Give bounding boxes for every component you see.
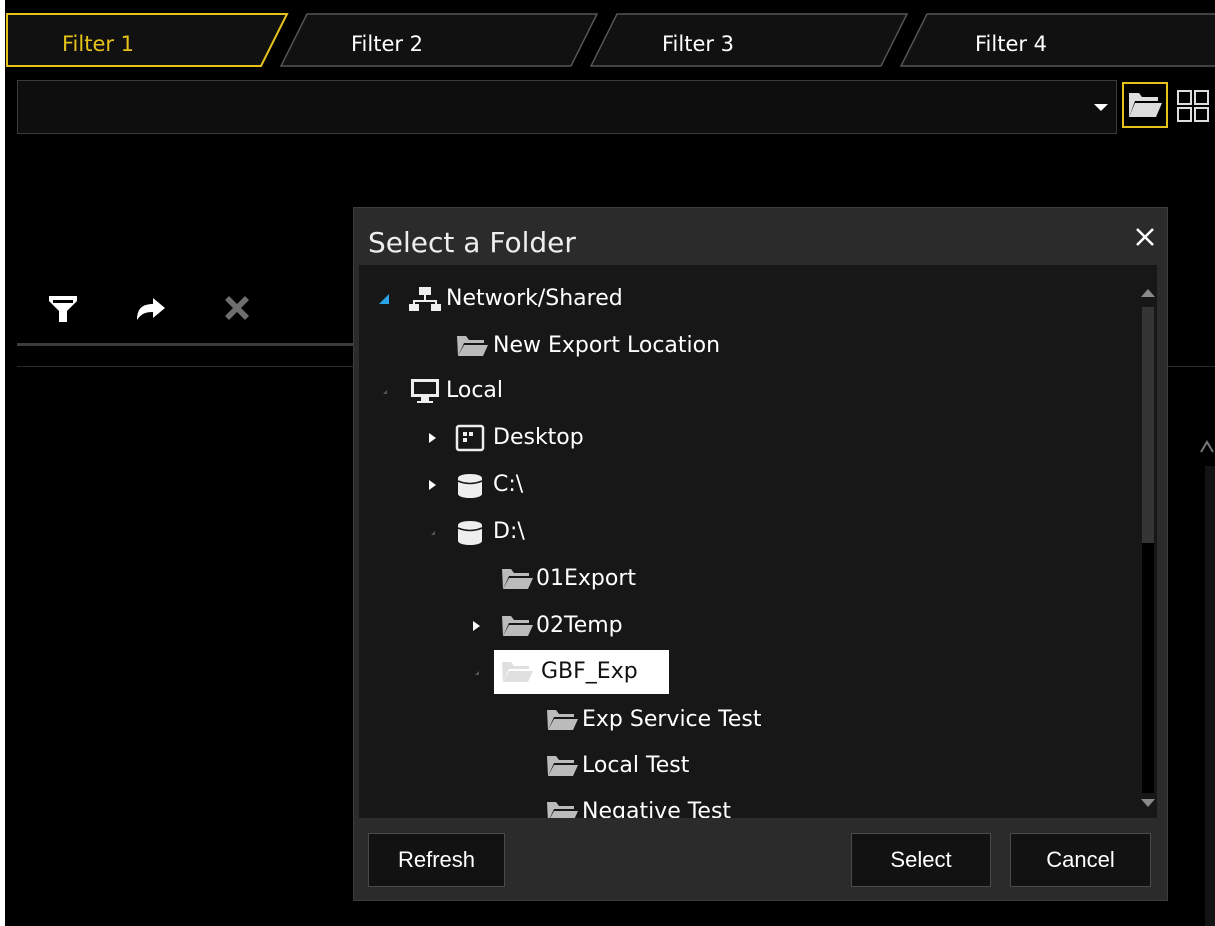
tab-filter-2[interactable]: Filter 2 bbox=[351, 32, 423, 56]
tab-filter-4-shape bbox=[899, 13, 1215, 67]
tab-filter-3[interactable]: Filter 3 bbox=[662, 32, 734, 56]
dialog-title: Select a Folder bbox=[368, 226, 576, 259]
tree-node-label: Network/Shared bbox=[446, 286, 623, 311]
tree-node-label: GBF_Exp bbox=[541, 659, 638, 684]
filter-tab-bar: Filter 1 Filter 2 Filter 3 Filter 4 bbox=[5, 0, 1215, 68]
drive-icon bbox=[457, 474, 483, 498]
tree-node-local[interactable]: Local bbox=[359, 371, 1059, 411]
background-panel-edge bbox=[1205, 466, 1215, 926]
grid-view-icon[interactable] bbox=[1175, 88, 1211, 124]
folder-icon bbox=[547, 802, 578, 818]
scroll-down-icon[interactable] bbox=[1139, 795, 1157, 813]
tree-node-gbf-exp[interactable]: GBF_Exp bbox=[359, 650, 1059, 694]
tree-node-label: 01Export bbox=[536, 566, 637, 591]
tree-node-label: New Export Location bbox=[493, 333, 721, 358]
tree-node-desktop[interactable]: Desktop bbox=[359, 418, 1059, 458]
tree-node-label: 02Temp bbox=[536, 613, 623, 638]
folder-view-button[interactable] bbox=[1122, 82, 1168, 128]
expanded-arrow-icon[interactable] bbox=[377, 384, 391, 398]
tab-filter-1-shape bbox=[6, 13, 289, 67]
tab-filter-3-shape bbox=[589, 13, 909, 67]
collapsed-arrow-icon[interactable] bbox=[425, 431, 439, 445]
tree-node-label: Desktop bbox=[493, 425, 584, 450]
expanded-arrow-icon[interactable] bbox=[425, 525, 439, 539]
tree-node-c-drive[interactable]: C:\ bbox=[359, 465, 1059, 505]
tree-node-label: Exp Service Test bbox=[582, 707, 762, 732]
folder-icon bbox=[502, 569, 533, 589]
collapsed-arrow-icon[interactable] bbox=[469, 619, 483, 633]
tab-filter-4[interactable]: Filter 4 bbox=[975, 32, 1047, 56]
scrollbar-track-lower[interactable] bbox=[1142, 543, 1154, 793]
tree-node-d-drive[interactable]: D:\ bbox=[359, 512, 1059, 552]
scrollbar-thumb[interactable] bbox=[1142, 307, 1154, 543]
tree-node-new-export-location[interactable]: New Export Location bbox=[359, 326, 1059, 366]
tree-node-01export[interactable]: 01Export bbox=[359, 559, 1059, 599]
tab-filter-2-shape bbox=[279, 13, 599, 67]
tree-node-label: C:\ bbox=[493, 472, 524, 497]
close-icon[interactable] bbox=[1130, 222, 1160, 252]
tree-node-negative-test[interactable]: Negative Test bbox=[359, 792, 1059, 818]
expanded-arrow-icon[interactable] bbox=[469, 665, 483, 679]
tree-node-label: D:\ bbox=[493, 519, 525, 544]
tree-node-exp-service-test[interactable]: Exp Service Test bbox=[359, 700, 1059, 740]
tree-node-label: Negative Test bbox=[582, 799, 732, 818]
select-button[interactable]: Select bbox=[851, 833, 991, 887]
filter-icon[interactable] bbox=[43, 288, 83, 328]
tree-node-label: Local Test bbox=[582, 753, 690, 778]
background-fragment-icon bbox=[1200, 440, 1214, 453]
folder-icon bbox=[547, 710, 578, 730]
clear-icon[interactable] bbox=[217, 288, 257, 328]
tree-node-02temp[interactable]: 02Temp bbox=[359, 606, 1059, 646]
network-icon bbox=[409, 287, 441, 311]
collapsed-arrow-icon[interactable] bbox=[425, 478, 439, 492]
folder-icon bbox=[547, 756, 578, 776]
path-input[interactable] bbox=[17, 80, 1117, 134]
tab-filter-1[interactable]: Filter 1 bbox=[62, 32, 134, 56]
select-folder-dialog: Select a Folder Network/Shared New Expor… bbox=[353, 207, 1168, 901]
folder-icon bbox=[502, 616, 533, 636]
scroll-up-icon[interactable] bbox=[1139, 283, 1157, 301]
folder-icon bbox=[457, 336, 488, 356]
refresh-button[interactable]: Refresh bbox=[368, 833, 505, 887]
tree-node-label: Local bbox=[446, 378, 504, 403]
folder-icon bbox=[502, 662, 533, 682]
folder-tree[interactable]: Network/Shared New Export Location Local… bbox=[359, 265, 1157, 818]
drive-icon bbox=[457, 521, 483, 545]
app-window: Filter 1 Filter 2 Filter 3 Filter 4 Sele… bbox=[5, 0, 1215, 926]
tree-node-local-test[interactable]: Local Test bbox=[359, 746, 1059, 786]
folder-icon bbox=[1129, 93, 1162, 117]
toolbar-divider bbox=[17, 343, 357, 346]
tree-node-network-shared[interactable]: Network/Shared bbox=[359, 279, 1059, 319]
monitor-icon bbox=[411, 379, 439, 403]
desktop-icon bbox=[455, 424, 485, 452]
expanded-arrow-icon[interactable] bbox=[377, 292, 391, 306]
chevron-down-icon[interactable] bbox=[1089, 95, 1113, 119]
cancel-button[interactable]: Cancel bbox=[1010, 833, 1151, 887]
redo-icon[interactable] bbox=[129, 288, 169, 328]
